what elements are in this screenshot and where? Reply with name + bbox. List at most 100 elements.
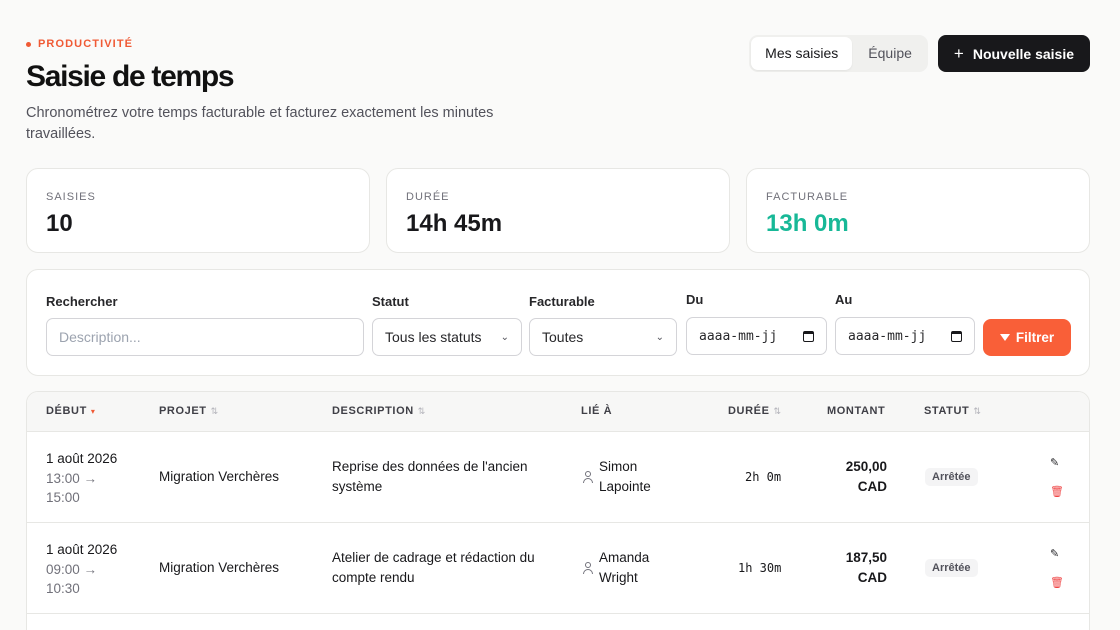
entry-linked-person[interactable]: Amanda Wright <box>599 548 649 588</box>
stat-card-entries: SAISIES 10 <box>26 168 370 253</box>
column-header-label: DÉBUT <box>46 405 87 417</box>
billable-select-value: Toutes <box>542 329 584 345</box>
entry-time-start: 13:00 → <box>46 471 98 486</box>
entry-description: Reprise des données de l'ancien système <box>332 457 527 497</box>
column-header-label: MONTANT <box>827 405 886 417</box>
filter-button-label: Filtrer <box>1015 330 1055 345</box>
chevron-down-icon: ⌄ <box>500 331 509 343</box>
entry-date: 1 août 2026 <box>46 451 118 466</box>
column-header-linked-to: LIÉ À <box>581 405 612 417</box>
column-header-status[interactable]: STATUT ⇅ <box>924 405 982 417</box>
new-entry-label: Nouvelle saisie <box>972 45 1074 62</box>
calendar-icon[interactable] <box>951 330 962 342</box>
new-entry-button[interactable]: + Nouvelle saisie <box>937 35 1090 72</box>
edit-icon[interactable]: ✎ <box>1050 456 1059 469</box>
filter-button[interactable]: Filtrer <box>983 319 1071 356</box>
stat-label: FACTURABLE <box>766 191 849 203</box>
trash-icon[interactable]: 🗑 <box>1050 576 1064 589</box>
from-date-value: aaaa-mm-jj <box>699 328 778 344</box>
status-select-value: Tous les statuts <box>385 329 482 345</box>
to-date-input[interactable]: aaaa-mm-jj <box>835 317 975 355</box>
filter-icon <box>999 334 1010 341</box>
sort-icon: ⇅ <box>210 405 219 416</box>
to-date-label: Au <box>835 292 853 307</box>
page-title: Saisie de temps <box>26 60 235 93</box>
sort-icon: ⇅ <box>773 405 782 416</box>
status-select[interactable]: Tous les statuts ⌄ <box>372 318 522 356</box>
column-header-project[interactable]: PROJET ⇅ <box>159 405 219 417</box>
eyebrow-dot-icon <box>26 41 31 47</box>
column-header-description[interactable]: DESCRIPTION ⇅ <box>332 405 426 417</box>
entries-table: DÉBUT ▾ PROJET ⇅ DESCRIPTION ⇅ LIÉ À DUR… <box>26 391 1090 630</box>
entry-description: Atelier de cadrage et rédaction du compt… <box>332 548 535 588</box>
eyebrow-label: PRODUCTIVITÉ <box>38 38 134 50</box>
entry-start-cell: 1 août 2026 09:00 → 10:30 <box>46 540 117 598</box>
amount-currency: CAD <box>857 479 887 494</box>
sort-icon: ⇅ <box>417 405 426 416</box>
user-icon <box>583 471 593 483</box>
entry-time-end: 15:00 <box>46 490 80 505</box>
search-label: Rechercher <box>46 294 118 309</box>
status-badge: Arrêtée <box>925 468 978 486</box>
table-row[interactable]: 1 août 2026 13:00 → 15:00 Migration Verc… <box>27 432 1089 523</box>
to-date-value: aaaa-mm-jj <box>848 328 927 344</box>
stats-row: SAISIES 10 DURÉE 14h 45m FACTURABLE 13h … <box>26 168 1090 253</box>
header-actions: Mes saisies Équipe + Nouvelle saisie <box>749 35 1090 72</box>
column-header-duration[interactable]: DURÉE ⇅ <box>728 405 782 417</box>
trash-icon[interactable]: 🗑 <box>1050 485 1064 498</box>
amount-value: 250,00 <box>845 459 887 474</box>
person-last-name: Wright <box>599 570 638 585</box>
user-icon <box>583 562 593 574</box>
amount-currency: CAD <box>857 570 887 585</box>
column-header-label: DESCRIPTION <box>332 405 414 417</box>
plus-icon: + <box>953 44 964 63</box>
stat-card-billable: FACTURABLE 13h 0m <box>746 168 1090 253</box>
entry-duration: 2h 0m <box>745 470 782 484</box>
entry-amount: 187,50 CAD <box>817 548 887 588</box>
tab-team[interactable]: Équipe <box>854 37 926 70</box>
column-header-start[interactable]: DÉBUT ▾ <box>46 405 96 417</box>
entry-time-end: 10:30 <box>46 581 80 596</box>
page-subtitle: Chronométrez votre temps facturable et f… <box>26 105 494 142</box>
stat-value: 10 <box>46 210 73 237</box>
status-label: Statut <box>372 294 409 309</box>
stat-value: 13h 0m <box>766 210 849 237</box>
entry-amount: 250,00 CAD <box>817 457 887 497</box>
from-date-input[interactable]: aaaa-mm-jj <box>686 317 827 355</box>
filters-panel: Rechercher Description... Statut Tous le… <box>26 269 1090 376</box>
entry-start-cell: 1 août 2026 13:00 → 15:00 <box>46 449 117 507</box>
stat-card-duration: DURÉE 14h 45m <box>386 168 730 253</box>
entry-description-line: Reprise des données de l'ancien <box>332 459 528 474</box>
stat-label: SAISIES <box>46 191 96 203</box>
edit-icon[interactable]: ✎ <box>1050 547 1059 560</box>
stat-value: 14h 45m <box>406 210 503 237</box>
section-eyebrow: PRODUCTIVITÉ <box>26 38 546 50</box>
table-header: DÉBUT ▾ PROJET ⇅ DESCRIPTION ⇅ LIÉ À DUR… <box>27 392 1089 432</box>
person-first-name: Amanda <box>599 550 650 565</box>
entry-duration: 1h 30m <box>738 561 782 575</box>
stat-label: DURÉE <box>406 191 450 203</box>
entry-time-start: 09:00 → <box>46 562 98 577</box>
entry-linked-person[interactable]: Simon Lapointe <box>599 457 651 497</box>
column-header-label: STATUT <box>924 405 970 417</box>
person-first-name: Simon <box>599 459 638 474</box>
page-header: PRODUCTIVITÉ Saisie de temps Chronométre… <box>26 38 546 145</box>
column-header-label: PROJET <box>159 405 207 417</box>
entry-description-line: Atelier de cadrage et rédaction du <box>332 550 535 565</box>
search-input[interactable]: Description... <box>46 318 364 356</box>
column-header-label: LIÉ À <box>581 405 613 417</box>
calendar-icon[interactable] <box>803 330 814 342</box>
status-badge: Arrêtée <box>925 559 978 577</box>
column-header-label: DURÉE <box>728 405 770 417</box>
entry-date: 1 août 2026 <box>46 542 118 557</box>
amount-value: 187,50 <box>845 550 887 565</box>
sort-desc-icon: ▾ <box>90 406 96 416</box>
sort-icon: ⇅ <box>973 405 982 416</box>
table-row[interactable]: 1 août 2026 09:00 → 10:30 Migration Verc… <box>27 523 1089 614</box>
entry-project: Migration Verchères <box>159 469 280 484</box>
entry-description-line: compte rendu <box>332 570 415 585</box>
entry-project: Migration Verchères <box>159 560 280 575</box>
tab-my-entries[interactable]: Mes saisies <box>751 37 853 70</box>
person-last-name: Lapointe <box>599 479 651 494</box>
billable-select[interactable]: Toutes ⌄ <box>529 318 677 356</box>
